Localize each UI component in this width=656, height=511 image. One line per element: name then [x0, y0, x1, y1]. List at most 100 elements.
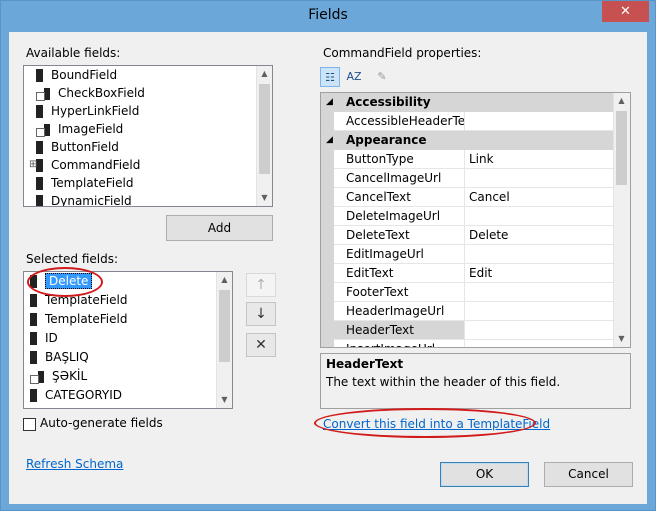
property-row[interactable]: DeleteText Delete: [321, 226, 615, 245]
scroll-down-arrow-icon[interactable]: ▼: [217, 392, 232, 408]
delete-field-button[interactable]: ✕: [246, 333, 276, 357]
list-item[interactable]: ImageField: [36, 120, 123, 138]
property-value[interactable]: Cancel: [465, 188, 615, 207]
property-value[interactable]: [465, 302, 615, 321]
field-icon: [30, 370, 44, 384]
list-item[interactable]: ŞƏKİL: [30, 367, 87, 385]
categorized-icon[interactable]: ☷: [320, 67, 340, 87]
list-item-label: ŞƏKİL: [52, 369, 88, 383]
property-gutter: [321, 321, 334, 340]
add-button[interactable]: Add: [166, 215, 273, 241]
field-icon: [30, 313, 37, 326]
move-up-button[interactable]: ↑: [246, 273, 276, 297]
property-gutter: [321, 226, 334, 245]
wrench-icon[interactable]: ✎: [372, 67, 392, 87]
property-name: DeleteImageUrl: [334, 207, 465, 226]
list-item[interactable]: TemplateField: [30, 310, 127, 328]
ok-button[interactable]: OK: [440, 462, 529, 487]
property-row[interactable]: CancelText Cancel: [321, 188, 615, 207]
alphabetical-icon[interactable]: AZ: [344, 67, 364, 87]
property-row[interactable]: FooterText: [321, 283, 615, 302]
move-down-button[interactable]: ↓: [246, 302, 276, 326]
property-category[interactable]: ◢ Accessibility: [321, 93, 615, 112]
category-name: Accessibility: [346, 95, 431, 109]
property-value[interactable]: [465, 340, 615, 347]
list-item[interactable]: CommandField ⊞: [29, 156, 140, 174]
field-icon: [36, 141, 43, 154]
property-name: ButtonType: [334, 150, 465, 169]
property-grid-scrollbar[interactable]: ▲ ▼: [613, 93, 630, 347]
property-row[interactable]: ButtonType Link: [321, 150, 615, 169]
property-row[interactable]: InsertImageUrl: [321, 340, 615, 347]
list-item[interactable]: DynamicField: [36, 192, 132, 207]
property-value[interactable]: Delete: [465, 226, 615, 245]
autogenerate-checkbox[interactable]: [23, 418, 36, 431]
list-item[interactable]: BoundField: [36, 66, 117, 84]
annotation-ellipse: [27, 267, 103, 297]
property-value[interactable]: Link: [465, 150, 615, 169]
property-row[interactable]: DeleteImageUrl: [321, 207, 615, 226]
property-value[interactable]: [465, 112, 615, 131]
property-name: CancelImageUrl: [334, 169, 465, 188]
list-item[interactable]: BAŞLIQ: [30, 348, 89, 366]
list-item-label: CheckBoxField: [58, 86, 145, 100]
property-value[interactable]: [465, 207, 615, 226]
property-gutter: [321, 340, 334, 347]
field-icon: [30, 294, 37, 307]
cancel-button[interactable]: Cancel: [544, 462, 633, 487]
property-row[interactable]: AccessibleHeaderText: [321, 112, 615, 131]
list-item-label: DynamicField: [51, 194, 132, 207]
scroll-up-arrow-icon[interactable]: ▲: [217, 272, 232, 288]
field-icon: [30, 351, 37, 364]
scroll-down-arrow-icon[interactable]: ▼: [257, 190, 272, 206]
property-name: HeaderImageUrl: [334, 302, 465, 321]
property-name: EditText: [334, 264, 465, 283]
property-row[interactable]: HeaderText: [321, 321, 615, 340]
scroll-up-arrow-icon[interactable]: ▲: [614, 93, 629, 109]
property-description-panel: HeaderText The text within the header of…: [320, 353, 631, 409]
window-title: Fields: [308, 7, 348, 23]
list-item-label: BoundField: [51, 68, 118, 82]
list-item[interactable]: TemplateField: [36, 174, 133, 192]
scroll-thumb[interactable]: [259, 84, 270, 174]
field-icon: [30, 332, 37, 345]
scroll-thumb[interactable]: [219, 290, 230, 362]
list-item-label: CATEGORYID: [45, 388, 122, 402]
property-name: CancelText: [334, 188, 465, 207]
scroll-thumb[interactable]: [616, 111, 627, 185]
property-row[interactable]: CancelImageUrl: [321, 169, 615, 188]
description-text: The text within the header of this field…: [326, 375, 561, 389]
property-row[interactable]: EditImageUrl: [321, 245, 615, 264]
property-grid[interactable]: ◢ Accessibility AccessibleHeaderText ◢ Appea…: [320, 92, 631, 348]
close-button[interactable]: ✕: [602, 1, 649, 22]
property-row[interactable]: EditText Edit: [321, 264, 615, 283]
list-item[interactable]: HyperLinkField: [36, 102, 139, 120]
property-value[interactable]: [465, 321, 615, 340]
list-item-label: ImageField: [58, 122, 124, 136]
list-item-label: TemplateField: [45, 312, 128, 326]
list-item[interactable]: CATEGORYID: [30, 386, 122, 404]
field-icon: [36, 105, 43, 118]
list-item[interactable]: ID: [30, 329, 58, 347]
available-fields-list[interactable]: BoundField CheckBoxField HyperLinkField Ima…: [23, 65, 273, 207]
title-bar[interactable]: Fields ✕: [1, 1, 655, 32]
collapse-caret-icon[interactable]: ◢: [326, 131, 333, 149]
refresh-schema-link[interactable]: Refresh Schema: [26, 457, 123, 471]
scroll-down-arrow-icon[interactable]: ▼: [614, 331, 629, 347]
selected-fields-label: Selected fields:: [26, 252, 119, 266]
scroll-up-arrow-icon[interactable]: ▲: [257, 66, 272, 82]
list-item[interactable]: ButtonField: [36, 138, 119, 156]
collapse-caret-icon[interactable]: ◢: [326, 93, 333, 111]
list-item-label: BAŞLIQ: [45, 350, 89, 364]
property-category[interactable]: ◢ Appearance: [321, 131, 615, 150]
list-item[interactable]: CheckBoxField: [36, 84, 145, 102]
property-grid-toolbar: ☷ AZ ✎: [320, 66, 420, 88]
property-value[interactable]: [465, 283, 615, 302]
property-value[interactable]: Edit: [465, 264, 615, 283]
available-fields-scrollbar[interactable]: ▲ ▼: [256, 66, 272, 206]
property-value[interactable]: [465, 245, 615, 264]
expand-plus-icon[interactable]: ⊞: [29, 156, 37, 174]
selected-fields-scrollbar[interactable]: ▲ ▼: [216, 272, 232, 408]
property-value[interactable]: [465, 169, 615, 188]
property-row[interactable]: HeaderImageUrl: [321, 302, 615, 321]
